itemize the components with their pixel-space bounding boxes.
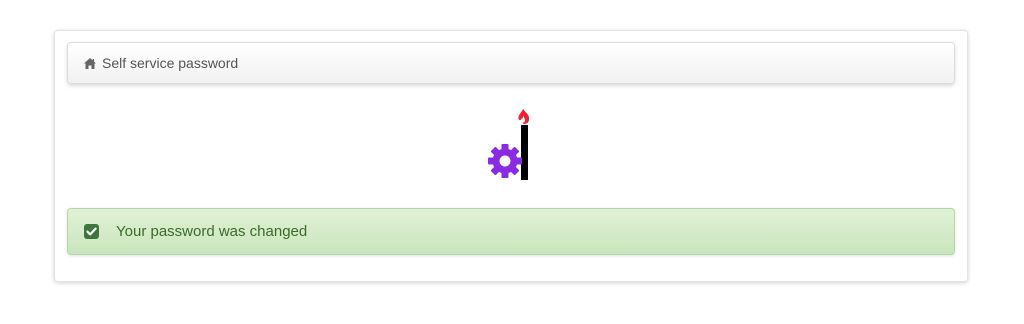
success-alert: Your password was changed [67, 208, 955, 255]
gear-icon [488, 144, 522, 178]
logo-bar [521, 125, 528, 180]
main-panel: Self service password Your password was … [54, 30, 968, 282]
navbar: Self service password [67, 42, 955, 84]
ltb-logo [485, 103, 545, 183]
check-square-icon [84, 224, 99, 239]
flame-icon [518, 109, 530, 124]
app-title-link[interactable]: Self service password [102, 55, 238, 71]
home-icon[interactable] [84, 57, 96, 69]
page: Self service password Your password was … [0, 0, 1024, 324]
alert-message: Your password was changed [116, 223, 308, 240]
